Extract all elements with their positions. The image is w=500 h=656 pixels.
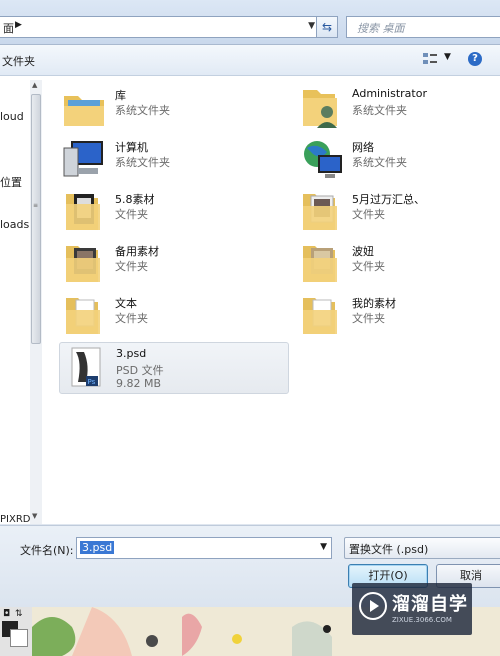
item-type: 文件夹 (115, 260, 148, 273)
item-type: 文件夹 (352, 208, 385, 221)
item-type: 系统文件夹 (115, 156, 170, 169)
nav-scrollbar[interactable]: ▲ ≡ ▼ (30, 80, 42, 524)
library-icon (64, 96, 104, 126)
list-item[interactable]: 5.8素材 文件夹 (62, 190, 282, 236)
item-type: 文件夹 (115, 208, 148, 221)
toolbar: 文件夹 ▼ ? (0, 45, 500, 76)
background-color-swatch[interactable] (10, 629, 28, 647)
scroll-down-icon[interactable]: ▼ (32, 512, 37, 520)
watermark: 溜溜自学 ZIXUE.3066.COM (352, 583, 472, 635)
item-type: 文件夹 (352, 260, 385, 273)
item-size: 9.82 MB (116, 377, 162, 390)
address-bar-area: 面 ▶ ▼ ⇆ 搜索 桌面 (0, 0, 500, 45)
list-item[interactable]: 我的素材 文件夹 (299, 294, 500, 340)
item-name: 网络 (352, 141, 374, 154)
item-name: 文本 (115, 297, 137, 310)
computer-icon (63, 141, 103, 177)
list-item[interactable]: 5月过万汇总、 文件夹 (299, 190, 500, 236)
scrollbar-thumb[interactable] (31, 94, 41, 344)
list-item[interactable]: Administrator 系统文件夹 (299, 86, 500, 132)
item-name: 库 (115, 89, 126, 102)
item-type: 系统文件夹 (352, 156, 407, 169)
list-item[interactable]: 波妞 文件夹 (299, 242, 500, 288)
filetype-select[interactable]: 置换文件 (.psd) (344, 537, 500, 559)
item-name: 波妞 (352, 245, 374, 258)
item-name: 计算机 (115, 141, 148, 154)
filename-value[interactable]: 3.psd (80, 541, 115, 554)
tool-panel: ◘ ⇅ (0, 607, 33, 656)
new-folder-button[interactable]: 文件夹 (2, 53, 35, 69)
play-logo-icon (359, 592, 387, 620)
nav-item-location[interactable]: 位置 (0, 174, 22, 190)
filename-label: 文件名(N): (20, 544, 74, 557)
refresh-icon[interactable]: ⇆ (316, 17, 337, 37)
network-icon (304, 141, 342, 178)
address-bar[interactable]: 面 ▶ ▼ ⇆ (0, 16, 338, 38)
search-placeholder: 搜索 桌面 (357, 22, 405, 35)
filename-input[interactable]: 3.psd ▼ (76, 537, 332, 559)
item-type: 文件夹 (115, 312, 148, 325)
watermark-title: 溜溜自学 (392, 594, 468, 615)
item-type: PSD 文件 (116, 364, 164, 377)
folder-icon (303, 194, 337, 230)
filetype-value: 置换文件 (.psd) (349, 543, 429, 556)
nav-item-cloud[interactable]: loud (0, 110, 24, 123)
folder-icon (303, 298, 337, 334)
swap-colors-icon[interactable]: ⇅ (15, 609, 23, 619)
scroll-grip-icon: ≡ (33, 202, 39, 209)
item-type: 系统文件夹 (352, 104, 407, 117)
folder-icon (66, 246, 100, 282)
list-item[interactable]: 文本 文件夹 (62, 294, 282, 340)
list-item[interactable]: 网络 系统文件夹 (299, 138, 500, 184)
item-type: 文件夹 (352, 312, 385, 325)
item-type: 系统文件夹 (115, 104, 170, 117)
item-name: 备用素材 (115, 245, 159, 258)
user-folder-icon (303, 90, 337, 128)
item-name: 3.psd (116, 347, 147, 360)
search-input[interactable]: 搜索 桌面 (346, 16, 500, 38)
nav-item-downloads[interactable]: loads (0, 218, 29, 231)
breadcrumb[interactable]: 面 (3, 20, 14, 36)
chevron-down-icon[interactable]: ▼ (308, 21, 315, 31)
item-name: 5.8素材 (115, 193, 155, 206)
psd-file-icon: Ps (71, 347, 101, 387)
help-icon[interactable]: ? (468, 52, 482, 66)
list-item[interactable]: 备用素材 文件夹 (62, 242, 282, 288)
list-item[interactable]: 库 系统文件夹 (62, 86, 282, 132)
item-name: 5月过万汇总、 (352, 193, 425, 206)
scroll-up-icon[interactable]: ▲ (32, 81, 37, 89)
nav-item-drive[interactable]: PIXRD (0, 514, 30, 525)
breadcrumb-arrow-icon[interactable]: ▶ (15, 20, 22, 30)
folder-icon (303, 246, 337, 282)
watermark-url: ZIXUE.3066.COM (392, 616, 452, 624)
folder-icon (66, 298, 100, 334)
view-options-icon[interactable] (422, 52, 438, 66)
list-item[interactable]: 计算机 系统文件夹 (62, 138, 282, 184)
file-list: 库 系统文件夹 Administrator 系统文件夹 计算机 系统文件夹 网络… (44, 76, 500, 524)
item-name: Administrator (352, 87, 427, 100)
svg-text:Ps: Ps (88, 378, 96, 386)
default-colors-icon[interactable]: ◘ (3, 609, 10, 619)
item-name: 我的素材 (352, 297, 396, 310)
chevron-down-icon[interactable]: ▼ (320, 542, 327, 552)
list-item-selected[interactable]: Ps 3.psd PSD 文件 9.82 MB (59, 342, 289, 394)
folder-icon (66, 194, 100, 230)
view-dropdown-icon[interactable]: ▼ (444, 52, 451, 62)
